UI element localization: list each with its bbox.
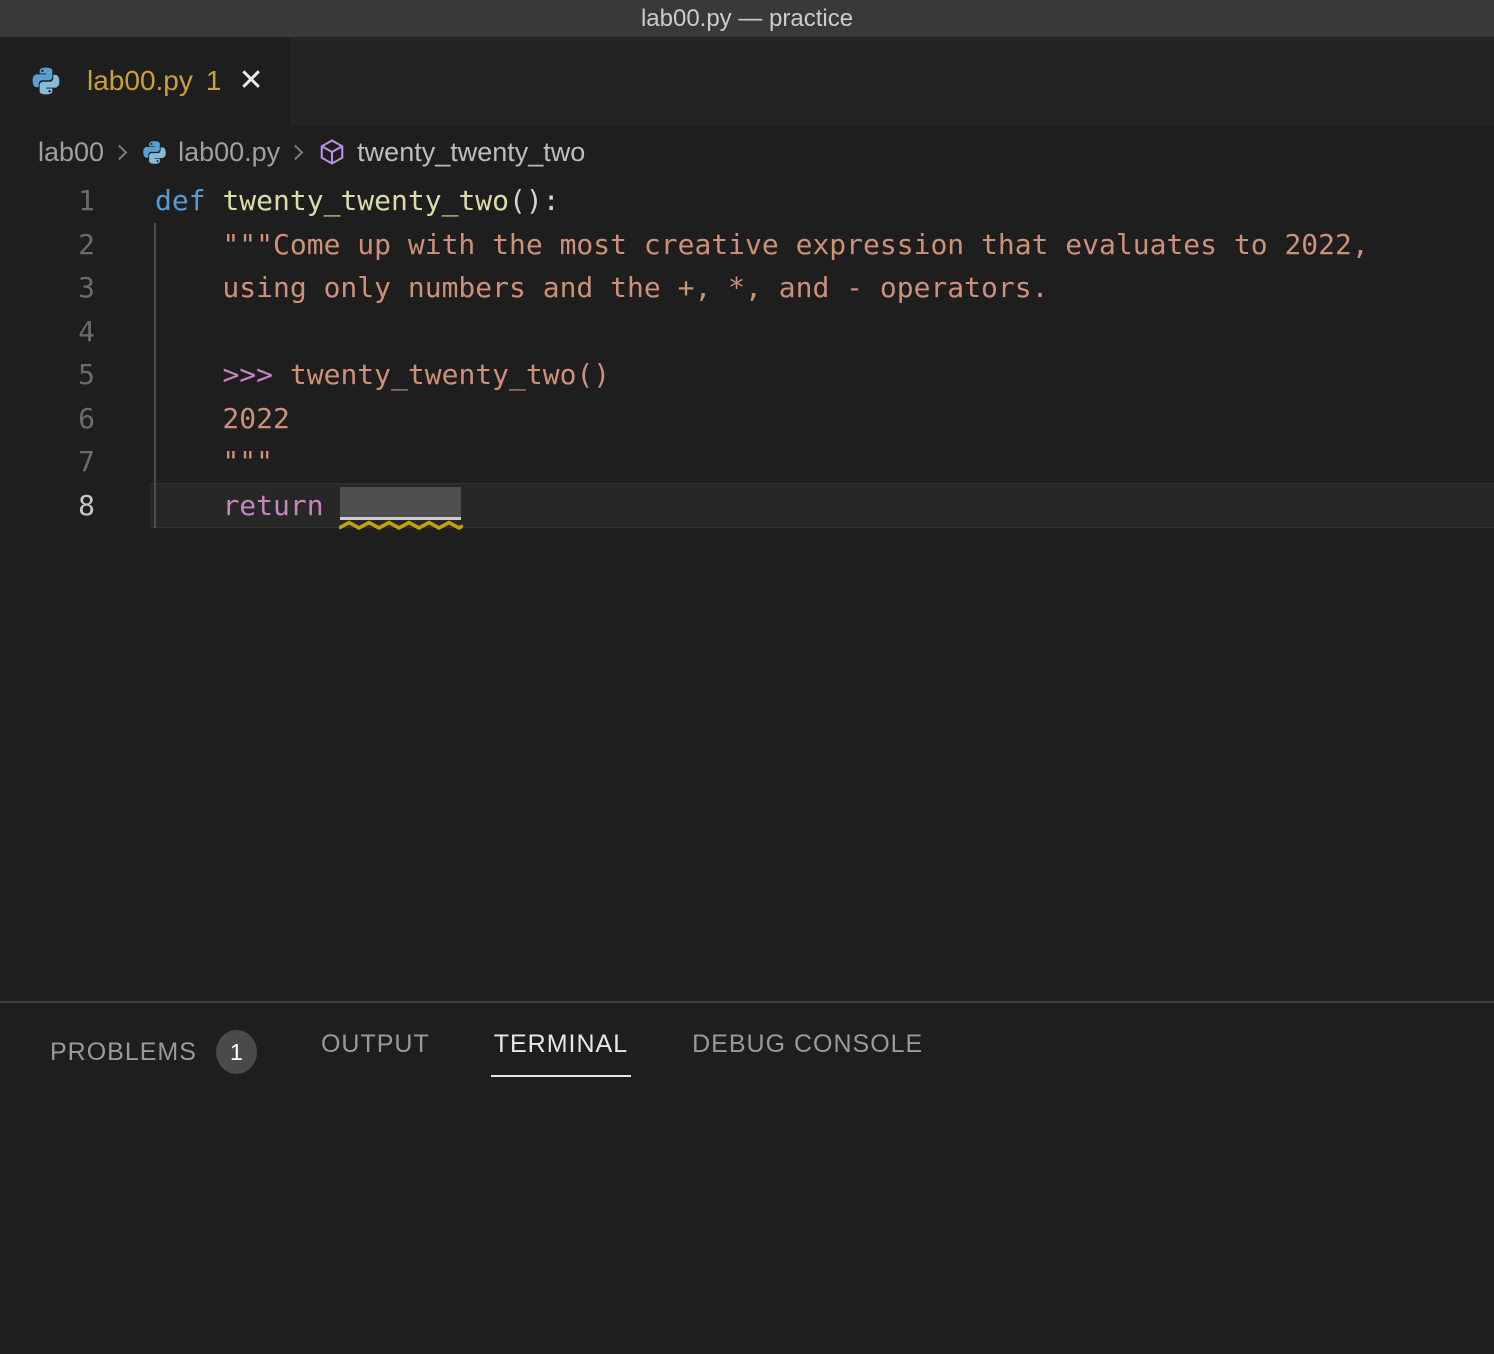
close-icon[interactable]: ✕ [238, 66, 263, 96]
code-line-6[interactable]: 6 2022 [0, 397, 1494, 441]
code-line-text: """Come up with the most creative expres… [155, 228, 1369, 261]
python-icon [141, 139, 168, 166]
selection-placeholder-box [340, 487, 461, 520]
line-number: 3 [0, 271, 95, 304]
breadcrumb-symbol-label: twenty_twenty_two [357, 137, 585, 168]
line-number: 2 [0, 228, 95, 261]
code-line-2[interactable]: 2 """Come up with the most creative expr… [0, 223, 1494, 267]
tab-filename: lab00.py [87, 65, 193, 97]
window-title: lab00.py — practice [641, 5, 853, 33]
code-line-text: def twenty_twenty_two(): [155, 184, 560, 217]
code-line-text: """ [155, 445, 273, 478]
chevron-right-icon [288, 144, 304, 160]
line-number: 4 [0, 315, 95, 348]
code-line-4[interactable]: 4 [0, 310, 1494, 354]
symbol-cube-icon [317, 137, 347, 167]
problems-count-badge: 1 [216, 1030, 257, 1074]
code-line-3[interactable]: 3 using only numbers and the +, *, and -… [0, 266, 1494, 310]
code-line-text: >>> twenty_twenty_two() [155, 358, 610, 391]
tab-terminal[interactable]: TERMINAL [491, 1003, 631, 1077]
tab-lab00py[interactable]: lab00.py 1 ✕ [0, 37, 290, 125]
line-number: 6 [0, 402, 95, 435]
title-bar: lab00.py — practice [0, 0, 1494, 37]
tab-output[interactable]: OUTPUT [318, 1003, 433, 1077]
breadcrumb-file-label: lab00.py [178, 137, 280, 168]
code-line-text: 2022 [155, 402, 290, 435]
line-number-active: 8 [0, 489, 95, 522]
breadcrumb: lab00 lab00.py twenty_twenty_two [0, 125, 1494, 179]
breadcrumb-folder[interactable]: lab00 [38, 137, 104, 168]
python-icon [30, 65, 62, 97]
tab-output-label: OUTPUT [321, 1030, 430, 1059]
line-number: 5 [0, 358, 95, 391]
tab-terminal-label: TERMINAL [494, 1030, 628, 1059]
code-line-7[interactable]: 7 """ [0, 440, 1494, 484]
chevron-right-icon [112, 144, 128, 160]
editor-tab-strip: lab00.py 1 ✕ [0, 37, 1494, 125]
breadcrumb-file[interactable]: lab00.py [141, 137, 280, 168]
panel-tab-bar: PROBLEMS 1 OUTPUT TERMINAL DEBUG CONSOLE [0, 1003, 1494, 1091]
warning-squiggle-icon [339, 520, 463, 531]
line-number: 7 [0, 445, 95, 478]
tab-problems[interactable]: PROBLEMS 1 [47, 1003, 260, 1092]
bottom-panel: PROBLEMS 1 OUTPUT TERMINAL DEBUG CONSOLE… [0, 1003, 1494, 1354]
tab-debug-console-label: DEBUG CONSOLE [692, 1030, 923, 1059]
code-line-5[interactable]: 5 >>> twenty_twenty_two() [0, 353, 1494, 397]
code-editor[interactable]: 1 def twenty_twenty_two(): 2 """Come up … [0, 179, 1494, 1001]
code-line-8[interactable]: 8 return [0, 484, 1494, 528]
tab-problem-count: 1 [206, 65, 222, 97]
code-line-text: return [155, 489, 461, 522]
vscode-window: lab00.py — practice lab00.py 1 ✕ lab00 [0, 0, 1494, 1354]
code-line-text: using only numbers and the +, *, and - o… [155, 271, 1048, 304]
line-number: 1 [0, 184, 95, 217]
breadcrumb-symbol[interactable]: twenty_twenty_two [317, 137, 585, 168]
tab-problems-label: PROBLEMS [50, 1038, 197, 1067]
code-line-1[interactable]: 1 def twenty_twenty_two(): [0, 179, 1494, 223]
tab-debug-console[interactable]: DEBUG CONSOLE [689, 1003, 926, 1077]
